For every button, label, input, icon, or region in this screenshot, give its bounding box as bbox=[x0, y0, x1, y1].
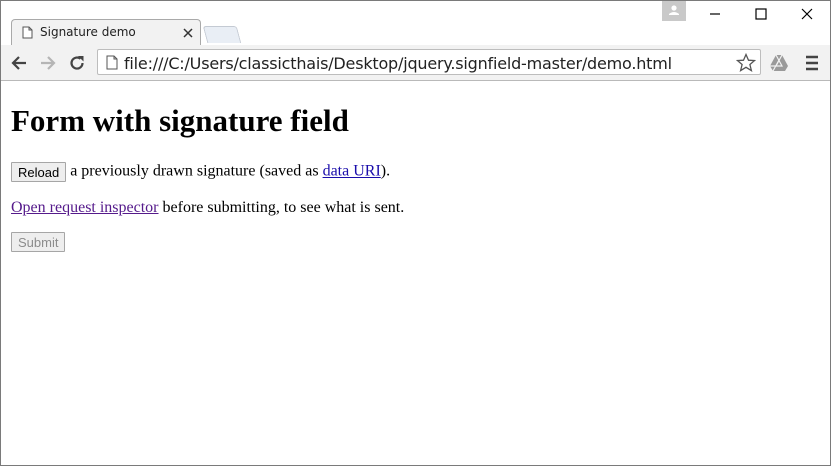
reload-line: Reload a previously drawn signature (sav… bbox=[11, 162, 390, 182]
data-uri-link[interactable]: data URI bbox=[323, 163, 381, 180]
google-drive-extension-icon[interactable] bbox=[769, 54, 789, 77]
inspector-description-text: before submitting, to see what is sent. bbox=[158, 199, 405, 216]
page-title: Form with signature field bbox=[11, 103, 349, 138]
hamburger-menu-icon[interactable] bbox=[805, 54, 819, 77]
person-icon bbox=[669, 5, 679, 15]
minimize-button[interactable] bbox=[698, 5, 732, 25]
close-icon bbox=[801, 8, 813, 20]
reload-description-end: ). bbox=[380, 162, 391, 180]
new-tab-button[interactable] bbox=[202, 26, 242, 43]
minimize-icon bbox=[710, 13, 720, 15]
refresh-icon bbox=[70, 56, 84, 70]
tab-signature-demo[interactable]: Signature demo bbox=[11, 19, 201, 45]
reload-page-button[interactable] bbox=[68, 54, 86, 72]
reload-description-text: a previously drawn signature (saved as bbox=[66, 162, 323, 180]
forward-button[interactable] bbox=[39, 54, 57, 72]
reload-signature-button[interactable]: Reload bbox=[11, 162, 67, 182]
back-arrow-icon bbox=[11, 56, 26, 70]
address-bar[interactable]: file:///C:/Users/classicthais/Desktop/jq… bbox=[97, 49, 761, 75]
page-content: Form with signature field Reload a previ… bbox=[1, 81, 830, 465]
url-text: file:///C:/Users/classicthais/Desktop/jq… bbox=[124, 54, 672, 73]
forward-arrow-icon bbox=[41, 56, 56, 70]
submit-area: Submit bbox=[11, 232, 66, 252]
inspector-line: Open request inspector before submitting… bbox=[11, 199, 404, 217]
browser-toolbar: file:///C:/Users/classicthais/Desktop/jq… bbox=[1, 45, 830, 81]
profile-avatar[interactable] bbox=[662, 1, 686, 21]
close-tab-icon[interactable] bbox=[182, 26, 194, 38]
submit-button[interactable]: Submit bbox=[11, 232, 66, 252]
bookmark-star-icon[interactable] bbox=[735, 52, 757, 78]
maximize-icon bbox=[755, 8, 767, 20]
back-button[interactable] bbox=[10, 54, 28, 72]
maximize-button[interactable] bbox=[744, 5, 778, 25]
file-page-icon bbox=[106, 55, 118, 75]
open-request-inspector-link[interactable]: Open request inspector bbox=[11, 199, 159, 216]
close-window-button[interactable] bbox=[790, 5, 824, 25]
browser-window: Signature demo file:///C:/Users/classict… bbox=[0, 0, 831, 466]
page-icon bbox=[22, 26, 33, 44]
tab-strip: Signature demo bbox=[1, 1, 830, 45]
tab-title: Signature demo bbox=[40, 25, 136, 39]
